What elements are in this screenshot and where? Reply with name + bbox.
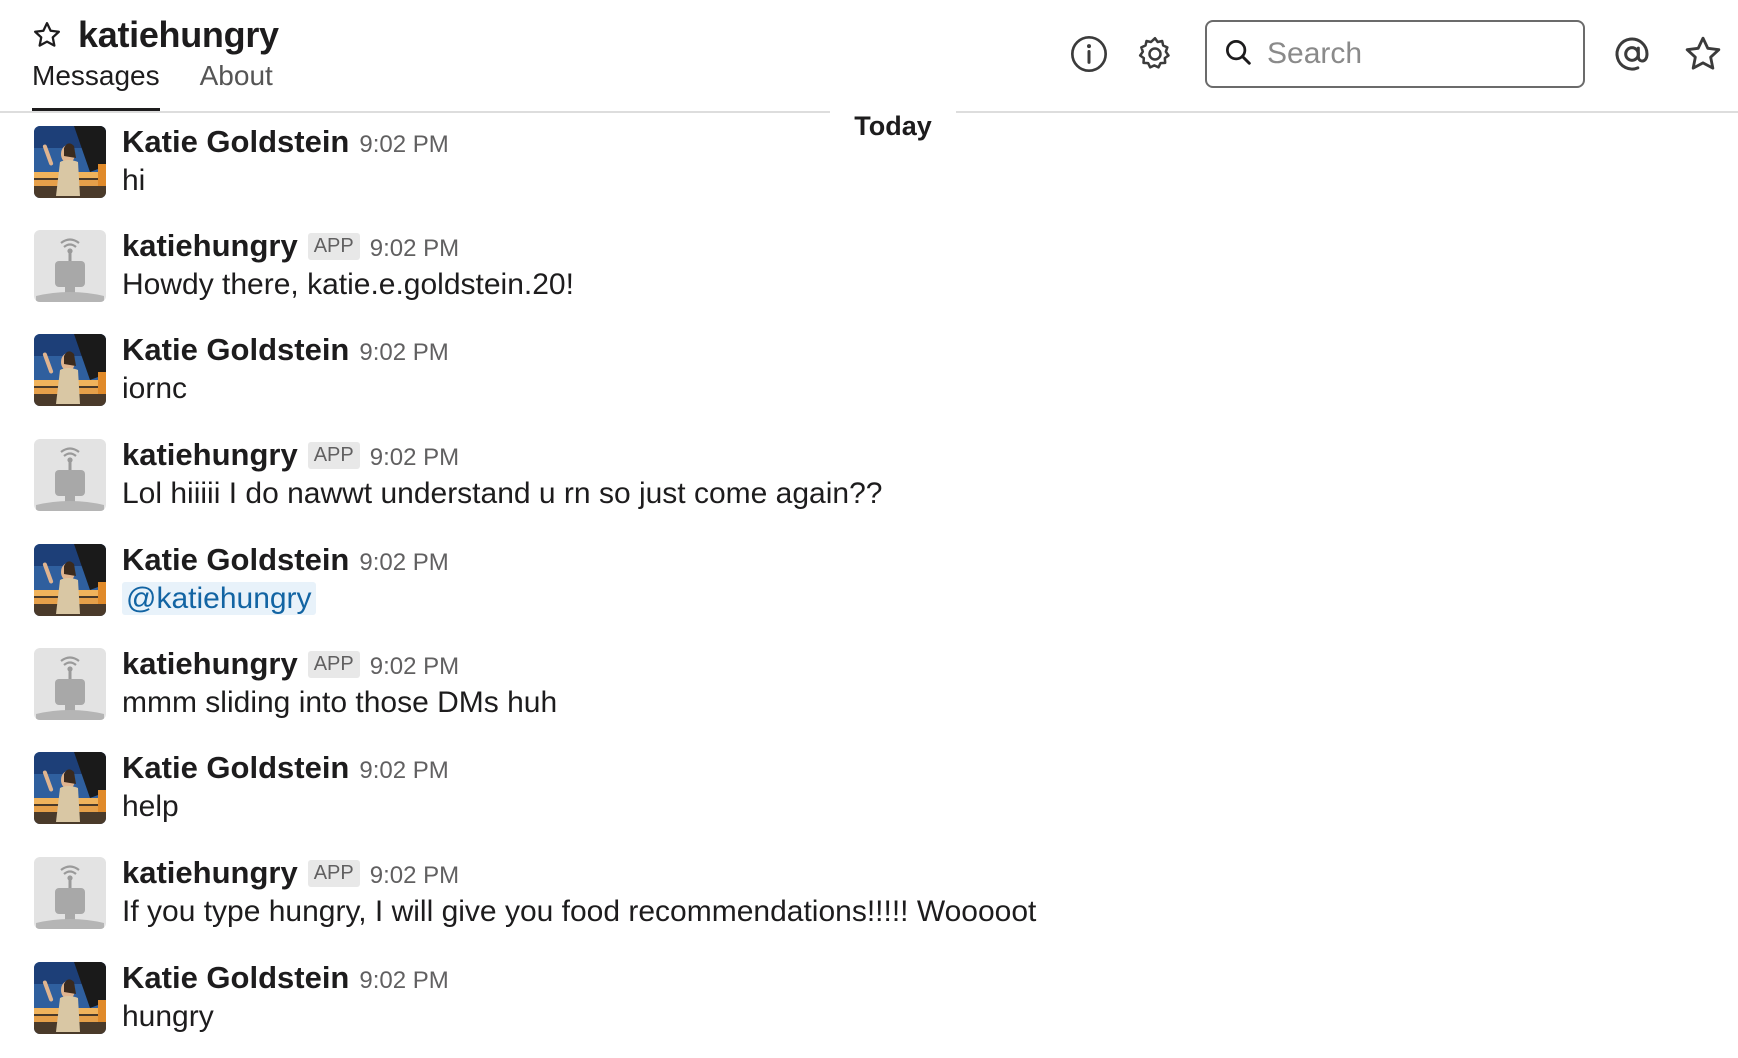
search-box[interactable] [1205, 20, 1585, 88]
message-header: Katie Goldstein 9:02 PM [122, 960, 449, 996]
message-item[interactable]: Katie Goldstein 9:02 PM hungry [34, 954, 1714, 1058]
user-avatar[interactable] [34, 544, 106, 616]
message-text: help [122, 790, 179, 823]
message-text: hungry [122, 1000, 214, 1033]
message-timestamp[interactable]: 9:02 PM [370, 444, 459, 472]
user-mention[interactable]: @katiehungry [122, 582, 316, 615]
message-item[interactable]: Katie Goldstein 9:02 PM iornc [34, 326, 1714, 430]
message-item[interactable]: Katie Goldstein 9:02 PM hi [34, 118, 1714, 222]
message-author[interactable]: katiehungry [122, 855, 298, 891]
message-header: katiehungry APP 9:02 PM [122, 228, 459, 264]
header-tabs: Messages About [32, 60, 313, 111]
message-timestamp[interactable]: 9:02 PM [359, 549, 448, 577]
message-author[interactable]: katiehungry [122, 437, 298, 473]
message-text: mmm sliding into those DMs huh [122, 686, 558, 719]
channel-header: katiehungry Messages About [0, 0, 1738, 113]
message-item[interactable]: Katie Goldstein 9:02 PM help [34, 744, 1714, 848]
user-avatar[interactable] [34, 962, 106, 1034]
app-badge: APP [307, 651, 360, 678]
app-avatar[interactable] [34, 857, 106, 929]
app-avatar[interactable] [34, 230, 106, 302]
channel-title[interactable]: katiehungry [78, 14, 279, 56]
message-timestamp[interactable]: 9:02 PM [359, 967, 448, 995]
message-header: Katie Goldstein 9:02 PM [122, 750, 449, 786]
message-header: Katie Goldstein 9:02 PM [122, 542, 449, 578]
gear-icon[interactable] [1135, 34, 1175, 74]
app-badge: APP [307, 233, 360, 260]
message-author[interactable]: katiehungry [122, 646, 298, 682]
message-text: If you type hungry, I will give you food… [122, 895, 1037, 928]
message-author[interactable]: Katie Goldstein [122, 542, 349, 578]
message-header: katiehungry APP 9:02 PM [122, 437, 459, 473]
channel-title-row: katiehungry [32, 14, 279, 56]
message-text: @katiehungry [122, 582, 316, 616]
message-header: katiehungry APP 9:02 PM [122, 646, 459, 682]
message-author[interactable]: Katie Goldstein [122, 960, 349, 996]
message-item[interactable]: Katie Goldstein 9:02 PM @katiehungry [34, 536, 1714, 640]
message-header: Katie Goldstein 9:02 PM [122, 124, 449, 160]
message-author[interactable]: Katie Goldstein [122, 124, 349, 160]
star-outline-icon[interactable] [1683, 34, 1723, 74]
message-timestamp[interactable]: 9:02 PM [359, 131, 448, 159]
tab-messages[interactable]: Messages [32, 60, 160, 111]
message-timestamp[interactable]: 9:02 PM [370, 653, 459, 681]
tab-about[interactable]: About [200, 60, 273, 111]
message-text: iornc [122, 372, 188, 405]
at-sign-icon[interactable] [1612, 34, 1652, 74]
message-author[interactable]: katiehungry [122, 228, 298, 264]
user-avatar[interactable] [34, 126, 106, 198]
user-avatar[interactable] [34, 334, 106, 406]
app-badge: APP [307, 860, 360, 887]
message-header: Katie Goldstein 9:02 PM [122, 332, 449, 368]
message-text: hi [122, 164, 146, 197]
message-header: katiehungry APP 9:02 PM [122, 855, 459, 891]
star-icon[interactable] [32, 19, 64, 51]
message-text: Howdy there, katie.e.goldstein.20! [122, 268, 574, 301]
search-input[interactable] [1267, 37, 1567, 71]
message-text: Lol hiiiii I do nawwt understand u rn so… [122, 477, 883, 510]
message-timestamp[interactable]: 9:02 PM [359, 339, 448, 367]
app-avatar[interactable] [34, 439, 106, 511]
user-avatar[interactable] [34, 752, 106, 824]
message-item[interactable]: katiehungry APP 9:02 PM If you type hungry,… [34, 849, 1714, 953]
message-timestamp[interactable]: 9:02 PM [359, 757, 448, 785]
message-author[interactable]: Katie Goldstein [122, 750, 349, 786]
message-timestamp[interactable]: 9:02 PM [370, 235, 459, 263]
app-badge: APP [307, 442, 360, 469]
message-author[interactable]: Katie Goldstein [122, 332, 349, 368]
message-item[interactable]: katiehungry APP 9:02 PM mmm sliding into th… [34, 640, 1714, 744]
message-item[interactable]: katiehungry APP 9:02 PM Howdy there, katie.… [34, 222, 1714, 326]
info-icon[interactable] [1069, 34, 1109, 74]
app-avatar[interactable] [34, 648, 106, 720]
message-item[interactable]: katiehungry APP 9:02 PM Lol hiiiii I do naw… [34, 431, 1714, 535]
message-timestamp[interactable]: 9:02 PM [370, 862, 459, 890]
search-icon [1223, 37, 1253, 72]
